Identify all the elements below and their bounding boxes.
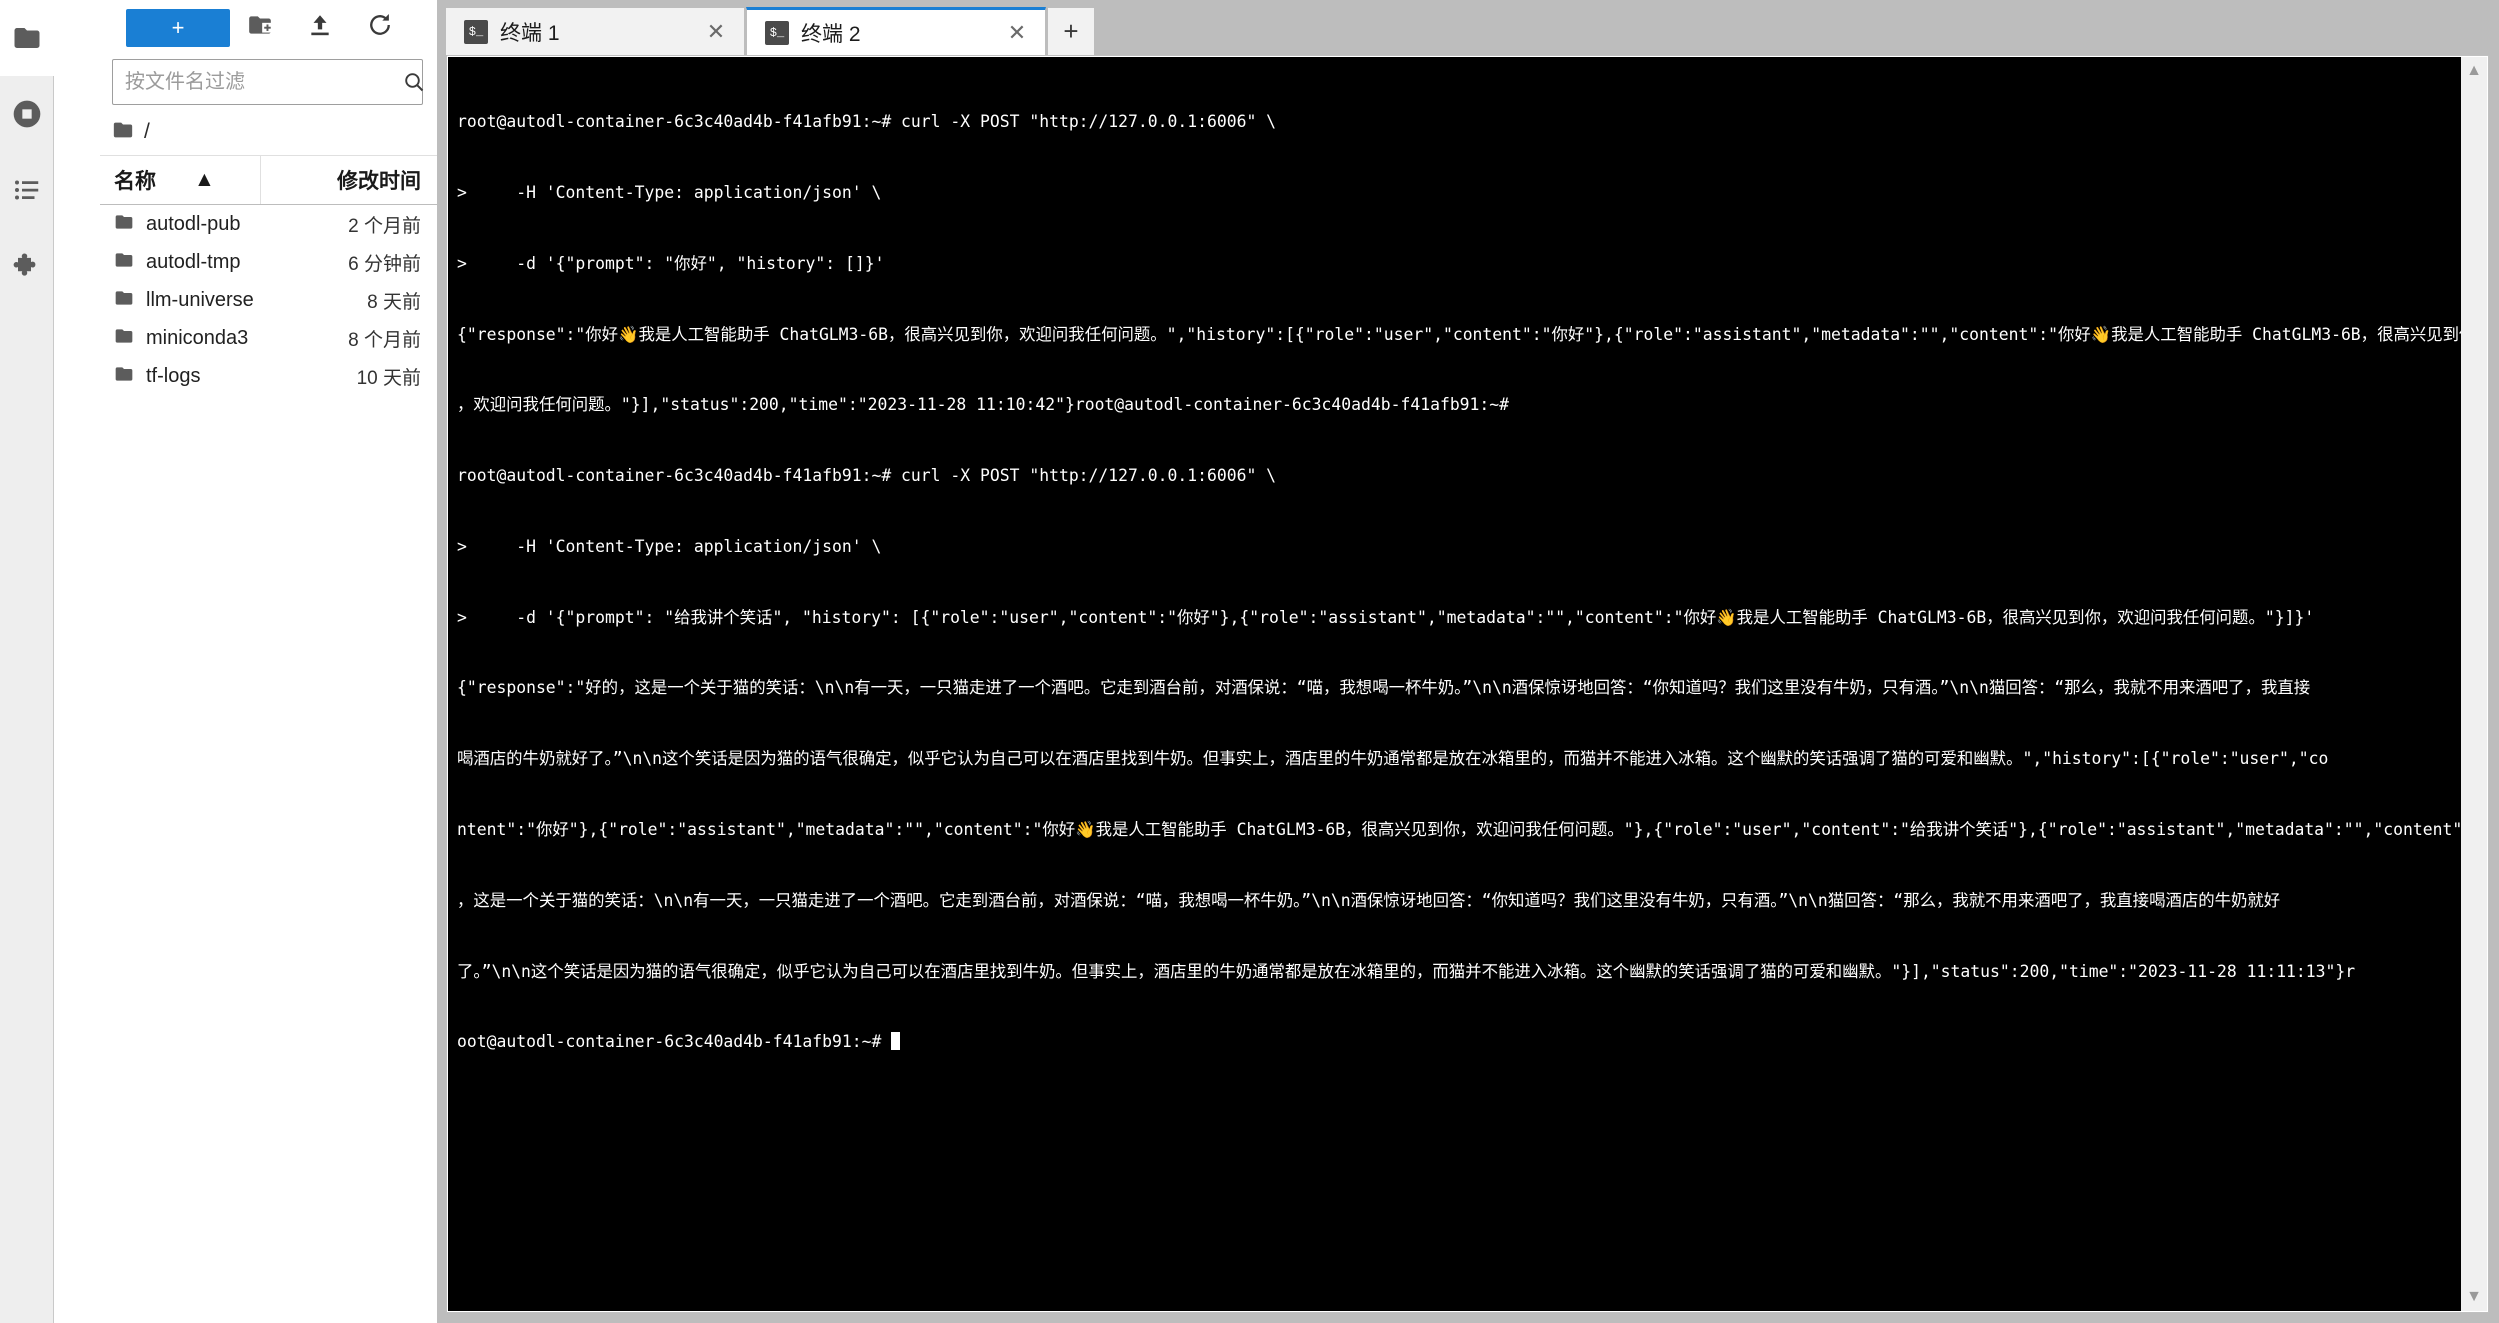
sort-ascending-icon: ▲	[194, 168, 215, 191]
scroll-down-icon[interactable]: ▼	[2466, 1289, 2482, 1305]
file-modified: 8 个月前	[348, 329, 421, 351]
scroll-up-icon[interactable]: ▲	[2466, 63, 2482, 79]
terminal-line: > -d '{"prompt": "给我讲个笑话", "history": [{…	[457, 607, 2315, 627]
file-filter-box[interactable]	[112, 59, 426, 105]
file-modified: 6 分钟前	[348, 253, 421, 275]
upload-button[interactable]	[290, 8, 350, 48]
column-header-modified[interactable]: 修改时间	[261, 156, 437, 204]
sidebar-item-running-sessions[interactable]	[0, 76, 54, 152]
list-icon	[12, 175, 42, 205]
folder-icon	[114, 212, 134, 237]
terminal-line: {"response":"你好👋我是人工智能助手 ChatGLM3-6B，很高兴…	[457, 324, 2461, 344]
terminal-prompt-line: oot@autodl-container-6c3c40ad4b-f41afb91…	[457, 1030, 2461, 1054]
terminal-line: > -d '{"prompt": "你好", "history": []}'	[457, 253, 885, 273]
tab-label: 终端 2	[801, 22, 861, 46]
file-list-header: 名称 ▲ 修改时间	[100, 155, 437, 205]
list-item[interactable]: tf-logs 10 天前	[100, 357, 437, 395]
file-filter-row	[54, 55, 437, 113]
terminal-line: ntent":"你好"},{"role":"assistant","metada…	[457, 820, 2461, 839]
close-icon[interactable]: ✕	[702, 18, 730, 46]
tab-bar: $_ 终端 1 ✕ $_ 终端 2 ✕ +	[438, 0, 2499, 55]
sidebar-item-extension-manager[interactable]	[0, 228, 54, 304]
close-icon[interactable]: ✕	[1003, 19, 1031, 47]
jupyterlab-window: + 按文件名过滤 / 名称 ▲ 修改时间 autodl-pub 2 个月前 au…	[0, 0, 2499, 1323]
terminal-scrollbar[interactable]: ▲ ▼	[2461, 57, 2487, 1311]
new-folder-icon	[247, 12, 273, 43]
list-item[interactable]: autodl-tmp 6 分钟前	[100, 243, 437, 281]
folder-icon	[114, 250, 134, 275]
file-name: autodl-pub	[146, 212, 241, 235]
sidebar-item-file-browser[interactable]	[0, 0, 54, 76]
upload-icon	[307, 12, 333, 43]
puzzle-icon	[12, 251, 42, 281]
list-item[interactable]: miniconda3 8 个月前	[100, 319, 437, 357]
list-item[interactable]: llm-universe 8 天前	[100, 281, 437, 319]
folder-icon	[114, 326, 134, 351]
terminal-line: > -H 'Content-Type: application/json' \	[457, 182, 882, 202]
file-modified: 8 天前	[367, 291, 421, 313]
file-name: miniconda3	[146, 326, 249, 349]
new-launcher-button[interactable]: +	[126, 8, 230, 47]
terminal-cursor	[891, 1032, 901, 1051]
terminal-line: > -H 'Content-Type: application/json' \	[457, 536, 882, 556]
file-name: autodl-tmp	[146, 250, 241, 273]
tab-label: 终端 1	[500, 21, 560, 45]
breadcrumb[interactable]: /	[54, 113, 437, 155]
tab-terminal-1[interactable]: $_ 终端 1 ✕	[445, 7, 745, 55]
file-modified: 10 天前	[356, 367, 421, 389]
breadcrumb-path: /	[144, 120, 150, 143]
terminal-line: root@autodl-container-6c3c40ad4b-f41afb9…	[457, 112, 1277, 132]
file-browser-toolbar: +	[54, 0, 437, 55]
stop-circle-icon	[11, 98, 43, 130]
activity-bar	[0, 0, 54, 1323]
terminal-line: {"response":"好的，这是一个关于猫的笑话：\n\n有一天，一只猫走进…	[457, 678, 2311, 698]
file-browser-panel: + 按文件名过滤 / 名称 ▲ 修改时间 autodl-pub 2 个月前 au…	[54, 0, 438, 1323]
refresh-button[interactable]	[350, 8, 410, 48]
file-name: llm-universe	[146, 288, 254, 311]
terminal-panel: root@autodl-container-6c3c40ad4b-f41afb9…	[446, 55, 2489, 1313]
tab-terminal-2[interactable]: $_ 终端 2 ✕	[746, 7, 1046, 55]
folder-icon	[112, 119, 134, 146]
file-list: autodl-pub 2 个月前 autodl-tmp 6 分钟前 llm-un…	[100, 205, 437, 1323]
terminal-line: 喝酒店的牛奶就好了。”\n\n这个笑话是因为猫的语气很确定，似乎它认为自己可以在…	[457, 749, 2329, 769]
terminal-icon: $_	[765, 20, 789, 45]
folder-icon	[12, 23, 42, 53]
folder-icon	[114, 364, 134, 389]
new-folder-button[interactable]	[230, 8, 290, 48]
main-dock-area: $_ 终端 1 ✕ $_ 终端 2 ✕ + root@autodl-contai…	[438, 0, 2499, 1323]
terminal-output[interactable]: root@autodl-container-6c3c40ad4b-f41afb9…	[448, 57, 2461, 1311]
terminal-prompt-text: oot@autodl-container-6c3c40ad4b-f41afb91…	[457, 1032, 892, 1052]
refresh-icon	[366, 11, 394, 44]
file-name: tf-logs	[146, 364, 201, 387]
terminal-line: ，这是一个关于猫的笑话：\n\n有一天，一只猫走进了一个酒吧。它走到酒台前，对酒…	[457, 890, 2281, 910]
scrollbar-thumb[interactable]	[2461, 79, 2487, 1289]
terminal-line: ，欢迎问我任何问题。"}],"status":200,"time":"2023-…	[457, 395, 1510, 415]
file-modified: 2 个月前	[348, 215, 421, 237]
folder-icon	[114, 288, 134, 313]
column-header-name-label: 名称	[114, 170, 156, 193]
terminal-line: 了。”\n\n这个笑话是因为猫的语气很确定，似乎它认为自己可以在酒店里找到牛奶。…	[457, 961, 2356, 981]
column-header-modified-label: 修改时间	[337, 170, 421, 193]
list-item[interactable]: autodl-pub 2 个月前	[100, 205, 437, 243]
file-filter-input[interactable]	[113, 60, 402, 104]
sidebar-item-table-of-contents[interactable]	[0, 152, 54, 228]
column-header-name[interactable]: 名称 ▲	[100, 156, 261, 204]
terminal-line: root@autodl-container-6c3c40ad4b-f41afb9…	[457, 466, 1277, 486]
terminal-icon: $_	[464, 19, 488, 44]
search-icon[interactable]	[402, 70, 426, 94]
new-tab-button[interactable]: +	[1047, 7, 1095, 55]
